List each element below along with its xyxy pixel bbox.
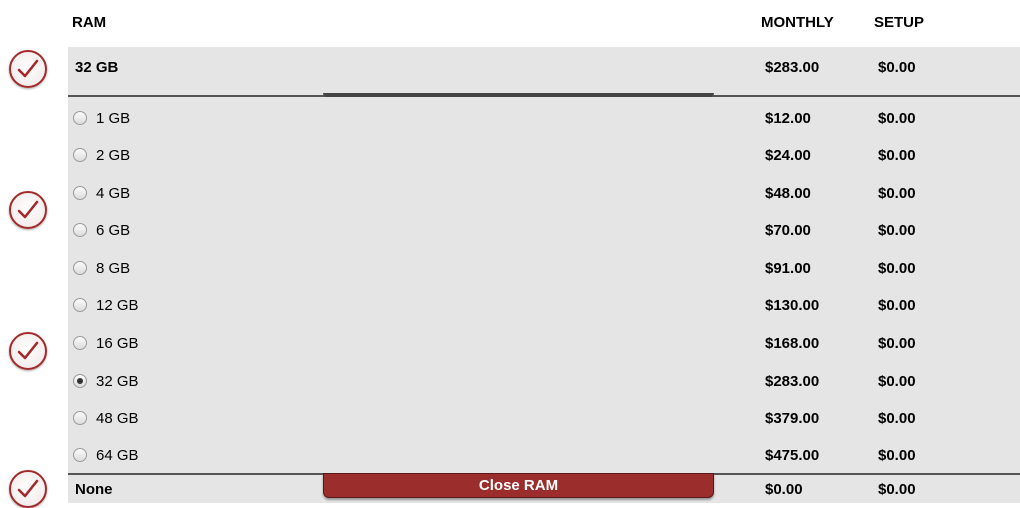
ram-option-8gb[interactable]: 8 GB $91.00 $0.00 [68,258,1020,288]
option-monthly: $168.00 [765,335,820,352]
option-monthly: $475.00 [765,447,820,464]
radio-button[interactable] [73,298,87,312]
option-setup: $0.00 [878,410,916,427]
checkmark-circle-icon [9,50,47,88]
option-setup: $0.00 [878,297,916,314]
option-monthly: $379.00 [765,410,820,427]
ram-selected-summary[interactable]: 32 GB $283.00 $0.00 [68,47,1020,97]
option-label: 48 GB [96,410,139,427]
option-setup: $0.00 [878,373,916,390]
ram-option-6gb[interactable]: 6 GB $70.00 $0.00 [68,220,1020,250]
selected-ram-setup: $0.00 [878,59,916,76]
option-label: 1 GB [96,110,131,127]
option-label: 12 GB [96,297,139,314]
ram-option-1gb[interactable]: 1 GB $12.00 $0.00 [68,108,1020,138]
option-setup: $0.00 [878,147,916,164]
option-setup: $0.00 [878,185,916,202]
ram-option-4gb[interactable]: 4 GB $48.00 $0.00 [68,183,1020,213]
option-monthly: $24.00 [765,147,811,164]
ram-option-32gb[interactable]: 32 GB $283.00 $0.00 [68,371,1020,401]
option-monthly: $130.00 [765,297,820,314]
option-label: 6 GB [96,222,131,239]
ram-option-12gb[interactable]: 12 GB $130.00 $0.00 [68,295,1020,325]
radio-button[interactable] [73,411,87,425]
ram-option-16gb[interactable]: 16 GB $168.00 $0.00 [68,333,1020,363]
ram-option-64gb[interactable]: 64 GB $475.00 $0.00 [68,445,1020,475]
checkmark-circle-icon [9,191,47,229]
option-setup: $0.00 [878,110,916,127]
radio-button[interactable] [73,111,87,125]
checkmark-circle-icon [9,332,47,370]
option-label: 64 GB [96,447,139,464]
option-label: 2 GB [96,147,131,164]
option-monthly: $48.00 [765,185,811,202]
option-monthly: $70.00 [765,222,811,239]
option-label: 16 GB [96,335,139,352]
option-setup: $0.00 [878,260,916,277]
setup-header: SETUP [874,14,925,31]
next-section-label: None [75,481,113,498]
ram-options-panel: 1 GB $12.00 $0.00 2 GB $24.00 $0.00 4 GB… [68,97,1020,473]
selected-ram-label: 32 GB [75,59,119,76]
ram-option-48gb[interactable]: 48 GB $379.00 $0.00 [68,408,1020,438]
radio-button[interactable] [73,336,87,350]
radio-button[interactable] [73,448,87,462]
next-section-monthly: $0.00 [765,481,803,498]
option-label: 4 GB [96,185,131,202]
monthly-header: MONTHLY [761,14,834,31]
radio-button[interactable] [73,223,87,237]
option-monthly: $91.00 [765,260,811,277]
ram-option-2gb[interactable]: 2 GB $24.00 $0.00 [68,145,1020,175]
option-setup: $0.00 [878,222,916,239]
next-section-setup: $0.00 [878,481,916,498]
radio-button[interactable] [73,186,87,200]
checkmark-circle-icon [9,470,47,508]
selected-ram-monthly: $283.00 [765,59,820,76]
option-monthly: $12.00 [765,110,811,127]
radio-button[interactable] [73,148,87,162]
radio-button[interactable] [73,261,87,275]
option-setup: $0.00 [878,335,916,352]
option-monthly: $283.00 [765,373,820,390]
radio-button-selected[interactable] [73,374,87,388]
option-label: 32 GB [96,373,139,390]
option-setup: $0.00 [878,447,916,464]
close-ram-button[interactable]: Close RAM [323,473,714,498]
option-label: 8 GB [96,260,131,277]
ram-header: RAM [72,14,107,31]
